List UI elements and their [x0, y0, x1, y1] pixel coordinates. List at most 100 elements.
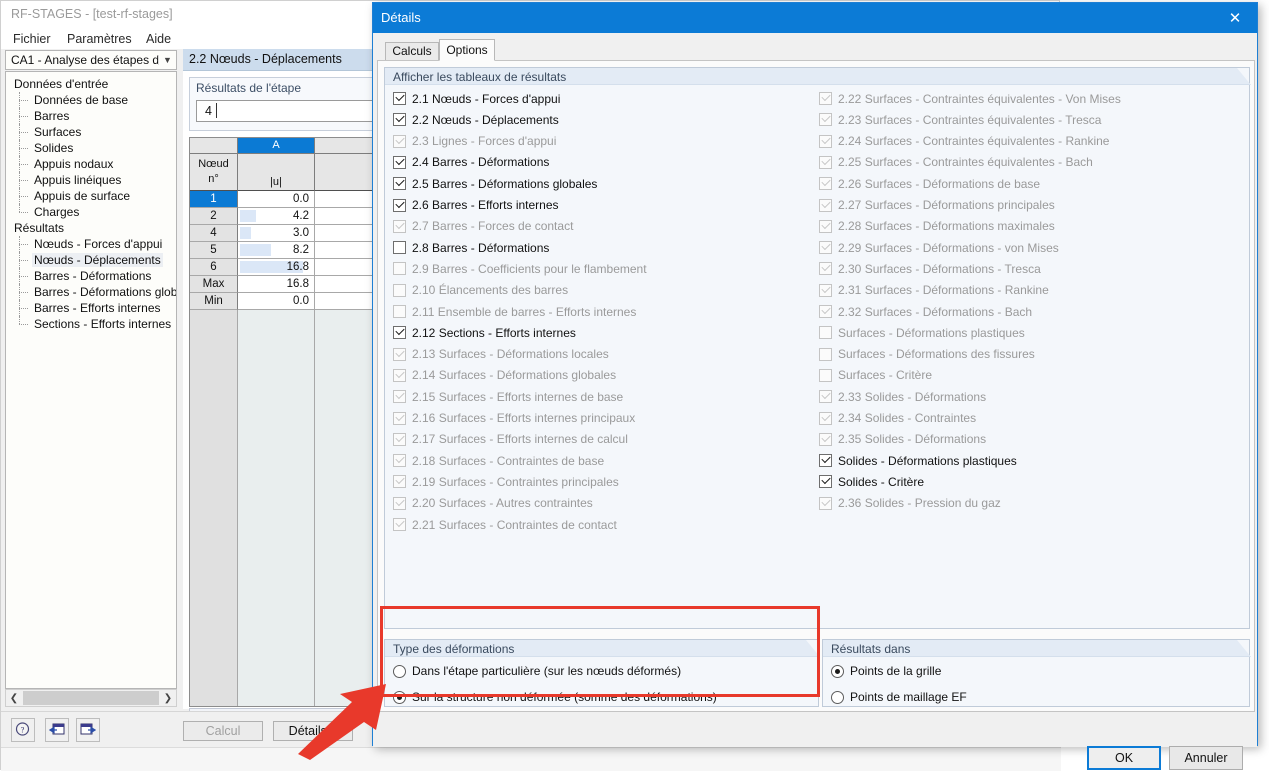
details-dialog: Détails ✕ Calculs Options Afficher les t… — [372, 2, 1258, 770]
radio-selected-icon[interactable] — [831, 664, 844, 678]
table-cell-value[interactable]: 3.0 — [238, 225, 315, 242]
analysis-case-combo[interactable]: CA1 - Analyse des étapes de cc ▼ — [5, 50, 177, 70]
tree-item[interactable]: Solides — [6, 140, 176, 156]
chevron-down-icon[interactable]: ▼ — [158, 55, 176, 65]
table-cell-text: 0.0 — [293, 295, 309, 307]
cancel-button[interactable]: Annuler — [1169, 746, 1243, 770]
checkbox-checked-icon — [819, 91, 832, 105]
tree-item[interactable]: Nœuds - Forces d'appui — [6, 236, 176, 252]
radio-option[interactable]: Dans l'étape particulière (sur les nœuds… — [393, 662, 681, 680]
checkbox-checked-icon[interactable] — [819, 475, 832, 489]
table-cell-value[interactable]: 4.2 — [238, 208, 315, 225]
table-cell-value[interactable]: 0.0 — [238, 191, 315, 208]
table-cell-value[interactable]: 16.8 — [238, 259, 315, 276]
tree-item[interactable]: Barres - Déformations — [6, 268, 176, 284]
table-row-header[interactable]: 4 — [190, 225, 238, 242]
table-row-header[interactable]: 2 — [190, 208, 238, 225]
corner-cell — [190, 138, 238, 154]
result-table-checkbox[interactable]: 2.2 Nœuds - Déplacements — [393, 111, 559, 128]
tree-item[interactable]: Nœuds - Déplacements — [6, 252, 176, 268]
radio-option[interactable]: Points de la grille — [831, 662, 941, 680]
tree-item[interactable]: Surfaces — [6, 124, 176, 140]
table-row-header[interactable]: 1 — [190, 191, 238, 208]
result-table-checkbox[interactable]: 2.6 Barres - Efforts internes — [393, 197, 559, 214]
column-letter-a[interactable]: A — [238, 138, 315, 154]
table-row-header[interactable]: Min — [190, 293, 238, 310]
tree-item[interactable]: Données d'entrée — [6, 76, 176, 92]
table-row-header[interactable]: 5 — [190, 242, 238, 259]
index-header-line2: n° — [208, 173, 219, 185]
table-cell-value[interactable]: 0.0 — [238, 293, 315, 310]
menu-aide[interactable]: Aide — [142, 31, 175, 47]
details-button[interactable]: Détails... — [273, 721, 353, 741]
checkbox-checked-icon[interactable] — [393, 91, 406, 105]
tree-item[interactable]: Données de base — [6, 92, 176, 108]
checkbox-label: Solides - Critère — [838, 474, 925, 489]
close-icon[interactable]: ✕ — [1213, 3, 1257, 33]
checkbox-checked-icon[interactable] — [393, 198, 406, 212]
tree-item[interactable]: Charges — [6, 204, 176, 220]
checkbox-checked-icon[interactable] — [393, 177, 406, 191]
tree-item[interactable]: Barres - Efforts internes — [6, 300, 176, 316]
radio-selected-icon[interactable] — [393, 690, 406, 704]
checkbox-checked-icon[interactable] — [393, 155, 406, 169]
menu-fichier[interactable]: Fichier — [9, 31, 55, 47]
checkbox-checked-icon[interactable] — [393, 113, 406, 127]
chevron-right-icon[interactable]: ❯ — [160, 693, 176, 704]
tree-item[interactable]: Résultats — [6, 220, 176, 236]
ok-button[interactable]: OK — [1087, 746, 1161, 770]
tree-item-label: Barres - Déformations globales — [34, 285, 177, 299]
checkbox-checked-icon — [819, 411, 832, 425]
result-table-checkbox: 2.35 Solides - Déformations — [819, 431, 986, 448]
checkbox-label: 2.34 Solides - Contraintes — [838, 411, 977, 425]
result-table-checkbox: 2.7 Barres - Forces de contact — [393, 218, 573, 235]
checkbox-label: 2.14 Surfaces - Déformations globales — [412, 368, 617, 383]
tree-item[interactable]: Appuis de surface — [6, 188, 176, 204]
table-cell-value[interactable]: 16.8 — [238, 276, 315, 293]
tab-calculs[interactable]: Calculs — [385, 42, 439, 61]
radio-unselected-icon[interactable] — [393, 664, 406, 678]
tree-item[interactable]: Appuis linéiques — [6, 172, 176, 188]
tree-item[interactable]: Sections - Efforts internes — [6, 316, 176, 332]
checkbox-checked-icon — [819, 304, 832, 318]
table-row-header[interactable]: 6 — [190, 259, 238, 276]
calcul-button[interactable]: Calcul — [183, 721, 263, 741]
result-table-checkbox[interactable]: 2.5 Barres - Déformations globales — [393, 175, 597, 192]
next-panel-icon[interactable] — [76, 718, 100, 742]
radio-option[interactable]: Sur la structure non déformée (somme des… — [393, 688, 717, 706]
checkbox-checked-icon — [819, 177, 832, 191]
menu-parametres[interactable]: Paramètres — [63, 31, 136, 47]
result-table-checkbox: 2.24 Surfaces - Contraintes équivalentes… — [819, 133, 1109, 150]
radio-option[interactable]: Points de maillage EF — [831, 688, 967, 706]
result-table-checkbox[interactable]: 2.4 Barres - Déformations — [393, 154, 549, 171]
tab-options[interactable]: Options — [439, 39, 495, 61]
checkbox-label: 2.26 Surfaces - Déformations de base — [838, 176, 1041, 191]
scrollbar-thumb[interactable] — [23, 691, 159, 705]
tree-horizontal-scrollbar[interactable]: ❮ ❯ — [5, 689, 177, 707]
tree-item[interactable]: Appuis nodaux — [6, 156, 176, 172]
checkbox-unchecked-icon — [819, 368, 832, 382]
check-mark-icon — [395, 91, 405, 102]
result-table-checkbox: 2.26 Surfaces - Déformations de base — [819, 175, 1040, 192]
result-table-checkbox[interactable]: Solides - Déformations plastiques — [819, 452, 1017, 469]
navigation-tree[interactable]: Données d'entrée Données de base Barres Sur… — [5, 71, 177, 689]
tree-item[interactable]: Barres - Déformations globales — [6, 284, 176, 300]
check-mark-icon — [395, 326, 405, 336]
result-table-checkbox[interactable]: 2.8 Barres - Déformations — [393, 239, 549, 256]
result-table-checkbox[interactable]: 2.12 Sections - Efforts internes — [393, 324, 576, 341]
result-table-checkbox[interactable]: Solides - Critère — [819, 473, 924, 490]
table-row-header[interactable]: Max — [190, 276, 238, 293]
radio-unselected-icon[interactable] — [831, 690, 844, 704]
tree-item[interactable]: Barres — [6, 108, 176, 124]
help-icon[interactable]: ? — [11, 718, 35, 742]
previous-panel-icon[interactable] — [45, 718, 69, 742]
analysis-case-value: CA1 - Analyse des étapes de cc — [11, 53, 158, 67]
checkbox-unchecked-icon[interactable] — [393, 241, 406, 255]
result-table-checkbox[interactable]: 2.1 Nœuds - Forces d'appui — [393, 90, 560, 107]
checkbox-checked-icon — [393, 517, 406, 531]
checkbox-checked-icon[interactable] — [393, 326, 406, 340]
chevron-left-icon[interactable]: ❮ — [6, 693, 22, 704]
table-cell-value[interactable]: 8.2 — [238, 242, 315, 259]
checkbox-checked-icon[interactable] — [819, 453, 832, 468]
tree-list: Données d'entrée Données de base Barres Sur… — [6, 72, 176, 332]
